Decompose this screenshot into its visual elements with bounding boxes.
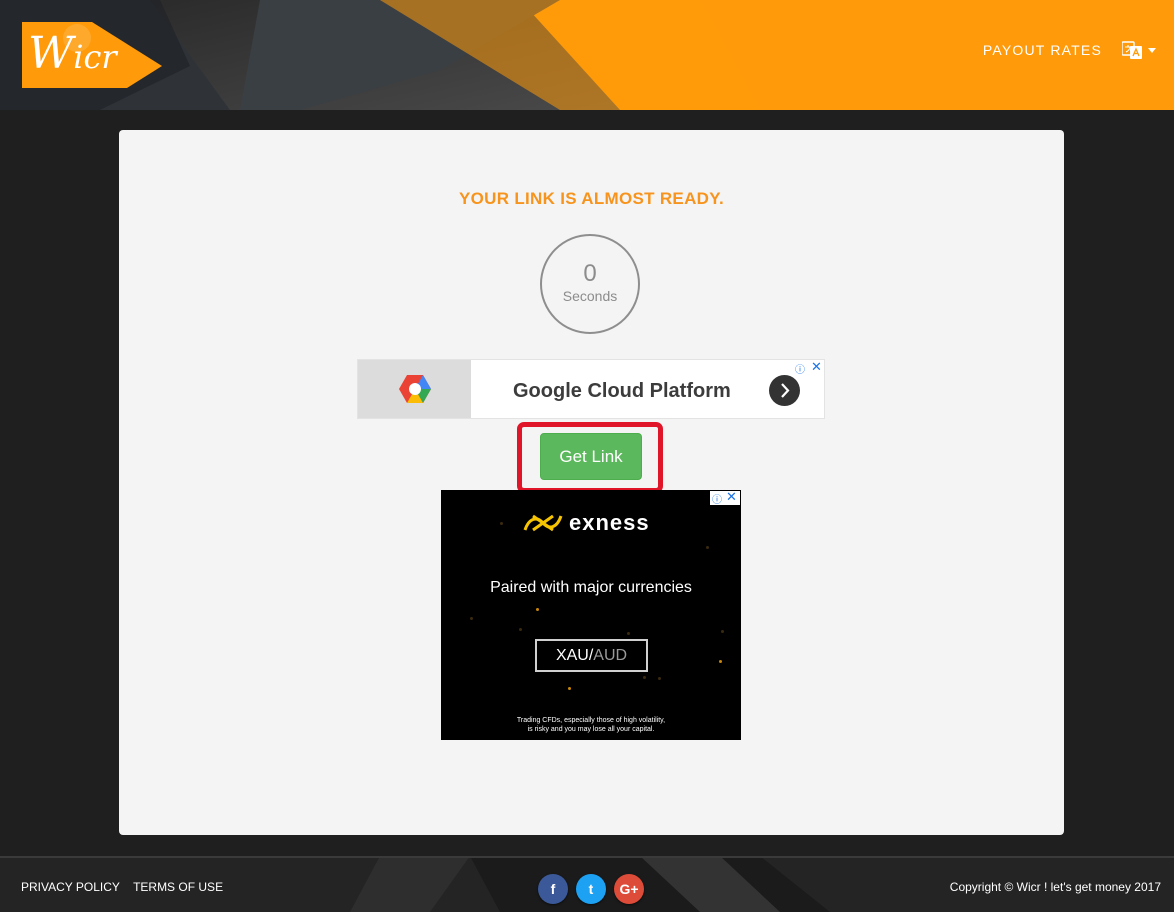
pair-quote: AUD bbox=[593, 647, 628, 664]
nav-payout-rates[interactable]: PAYOUT RATES bbox=[983, 42, 1102, 58]
privacy-policy-link[interactable]: PRIVACY POLICY bbox=[21, 880, 120, 894]
currency-pair: XAU/AUD bbox=[535, 639, 648, 672]
copyright-text: Copyright © Wicr ! let's get money 2017 bbox=[949, 880, 1161, 894]
logo-text[interactable]: Wicr bbox=[28, 28, 117, 79]
exness-tagline: Paired with major currencies bbox=[490, 579, 692, 596]
ad-exness[interactable]: exness Paired with major currencies XAU/… bbox=[441, 490, 741, 740]
ad-close-icon[interactable]: ✕ bbox=[811, 361, 822, 374]
decor-dot bbox=[719, 660, 722, 663]
language-selector[interactable] bbox=[1122, 41, 1156, 59]
countdown-timer: 0 Seconds bbox=[540, 234, 640, 334]
decor-dot bbox=[721, 630, 724, 633]
google-plus-icon[interactable]: G+ bbox=[614, 874, 644, 904]
facebook-icon[interactable]: f bbox=[538, 874, 568, 904]
decor-dot bbox=[643, 676, 646, 679]
decor-dot bbox=[519, 628, 522, 631]
decor-dot bbox=[627, 632, 630, 635]
exness-logo-icon bbox=[523, 514, 563, 532]
timer-value: 0 bbox=[583, 260, 597, 287]
disclaimer-line-2: is risky and you may lose all your capit… bbox=[527, 726, 655, 733]
decor-dot bbox=[568, 687, 571, 690]
pair-base: XAU/ bbox=[555, 647, 594, 664]
ad-close-icon[interactable]: ✕ bbox=[726, 491, 737, 504]
decor-dot bbox=[536, 608, 539, 611]
ad-logo-panel bbox=[358, 360, 471, 418]
ad-arrow-button[interactable] bbox=[769, 375, 800, 406]
logo-rest: icr bbox=[73, 38, 117, 76]
ad-title: Google Cloud Platform bbox=[513, 380, 731, 402]
get-link-button[interactable]: Get Link bbox=[540, 433, 642, 480]
adchoices-icon[interactable]: ⓘ bbox=[712, 491, 722, 506]
disclaimer-line-1: Trading CFDs, especially those of high v… bbox=[516, 717, 666, 724]
ad-banner-google-cloud[interactable]: Google Cloud Platform ⓘ ✕ bbox=[357, 359, 825, 419]
translate-icon bbox=[1122, 41, 1142, 59]
terms-of-use-link[interactable]: TERMS OF USE bbox=[133, 880, 223, 894]
decor-dot bbox=[500, 522, 503, 525]
twitter-icon[interactable]: t bbox=[576, 874, 606, 904]
top-nav: PAYOUT RATES bbox=[983, 0, 1174, 100]
adchoices-icon[interactable]: ⓘ bbox=[795, 361, 805, 376]
chevron-down-icon bbox=[1148, 47, 1156, 53]
footer-links: PRIVACY POLICY TERMS OF USE bbox=[21, 880, 233, 894]
exness-brand: exness bbox=[569, 510, 650, 535]
site-footer: PRIVACY POLICY TERMS OF USE f t G+ Copyr… bbox=[0, 856, 1174, 912]
timer-label: Seconds bbox=[562, 288, 618, 304]
exness-disclaimer: Trading CFDs, especially those of high v… bbox=[441, 716, 741, 734]
ready-heading: YOUR LINK IS ALMOST READY. bbox=[458, 189, 725, 208]
logo-initial: W bbox=[28, 28, 74, 79]
decor-dot bbox=[706, 546, 709, 549]
main-card: YOUR LINK IS ALMOST READY. 0 Seconds Goo… bbox=[119, 130, 1064, 835]
ad-controls: ⓘ ✕ bbox=[710, 491, 740, 506]
decor-dot bbox=[470, 617, 473, 620]
site-header: Wicr PAYOUT RATES bbox=[0, 0, 1174, 110]
chevron-right-icon bbox=[781, 383, 790, 398]
google-cloud-logo-icon bbox=[399, 375, 431, 403]
decor-dot bbox=[658, 677, 661, 680]
